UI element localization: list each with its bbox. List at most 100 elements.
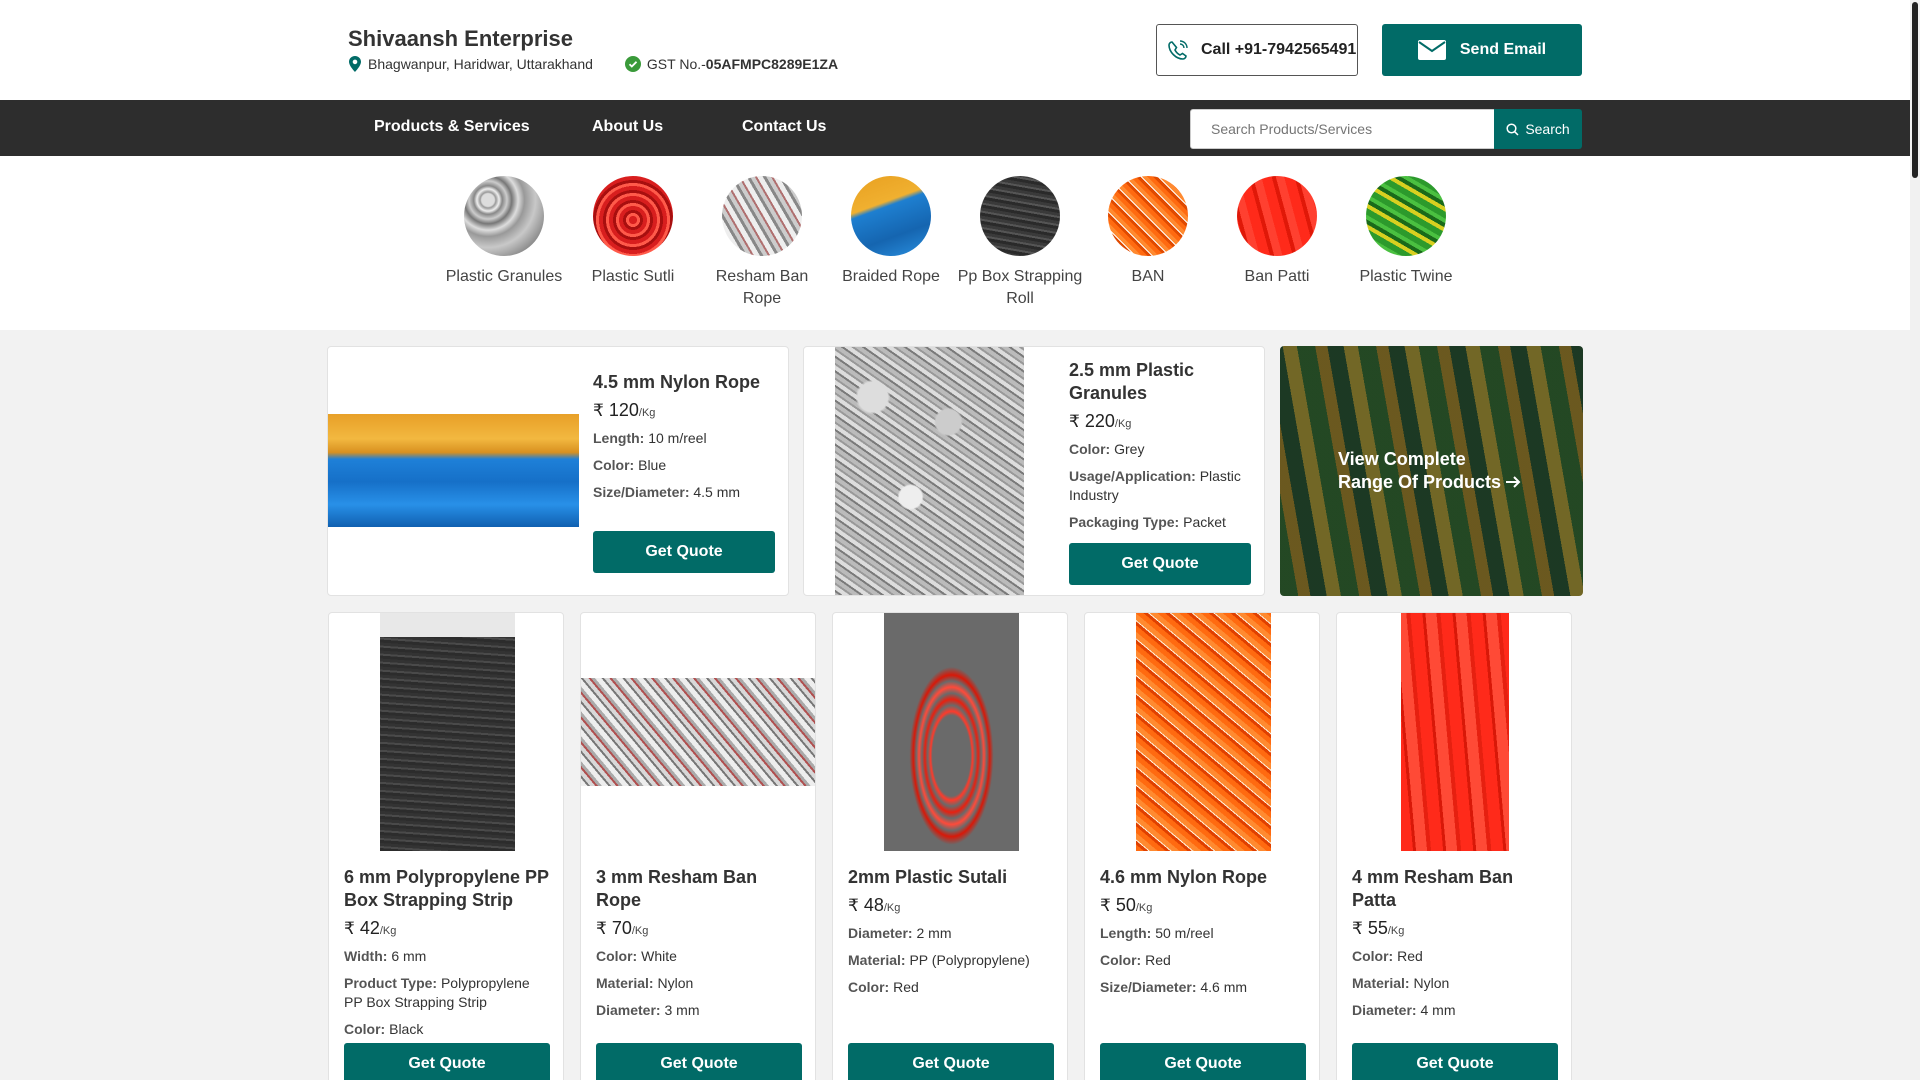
product-spec: Diameter: 3 mm <box>596 1001 802 1020</box>
product-image[interactable] <box>328 414 579 527</box>
product-card[interactable]: 6 mm Polypropylene PP Box Strapping Stri… <box>328 612 564 1080</box>
spec-value: Red <box>1145 952 1171 968</box>
product-spec: Material: Nylon <box>596 974 802 993</box>
product-title[interactable]: 6 mm Polypropylene PP Box Strapping Stri… <box>344 866 550 912</box>
rupee-icon: ₹ <box>1352 919 1363 938</box>
product-title[interactable]: 3 mm Resham Ban Rope <box>596 866 802 912</box>
nav-about-us[interactable]: About Us <box>592 118 663 136</box>
site-header: Shivaansh Enterprise Bhagwanpur, Haridwa… <box>0 0 1910 100</box>
gst-info: GST No.-05AFMPC8289E1ZA <box>647 56 838 72</box>
featured-product-card[interactable]: 4.5 mm Nylon Rope ₹ 120/Kg Length: 10 m/… <box>327 346 789 596</box>
price-value: 48 <box>863 895 884 915</box>
nav-contact-us[interactable]: Contact Us <box>742 118 826 136</box>
main-nav: Products & Services About Us Contact Us … <box>0 100 1910 156</box>
send-email-button[interactable]: Send Email <box>1382 24 1582 76</box>
spec-key: Color: <box>1352 948 1394 964</box>
rupee-icon: ₹ <box>1100 896 1111 915</box>
product-title[interactable]: 2.5 mm Plastic Granules <box>1069 359 1251 405</box>
view-all-line1: View Complete <box>1338 449 1466 469</box>
arrow-right-icon <box>1506 476 1521 488</box>
spec-key: Size/Diameter: <box>1100 979 1197 995</box>
category-plastic-sutli[interactable]: Plastic Sutli <box>568 176 698 288</box>
product-image[interactable] <box>1135 613 1271 851</box>
call-button[interactable]: Call +91-7942565491 <box>1156 24 1358 76</box>
get-quote-button[interactable]: Get Quote <box>344 1043 550 1080</box>
category-resham-ban-rope[interactable]: Resham Ban Rope <box>697 176 827 310</box>
product-price: ₹ 42/Kg <box>344 918 550 939</box>
spec-key: Material: <box>1352 975 1410 991</box>
product-image-wrap <box>581 613 815 851</box>
location-pin-icon <box>349 56 361 72</box>
page-scrollbar[interactable] <box>1910 0 1920 1080</box>
search-input[interactable] <box>1190 109 1496 149</box>
price-value: 120 <box>608 400 639 420</box>
product-spec: Color: Red <box>848 978 1054 997</box>
product-card[interactable]: 4 mm Resham Ban Patta ₹ 55/Kg Color: Red… <box>1336 612 1572 1080</box>
category-image <box>593 176 673 256</box>
product-spec: Diameter: 2 mm <box>848 924 1054 943</box>
spec-key: Usage/Application: <box>1069 468 1196 484</box>
product-price: ₹ 55/Kg <box>1352 918 1558 939</box>
price-unit: /Kg <box>1114 418 1132 430</box>
business-name[interactable]: Shivaansh Enterprise <box>348 26 573 52</box>
product-card[interactable]: 4.6 mm Nylon Rope ₹ 50/Kg Length: 50 m/r… <box>1084 612 1320 1080</box>
category-plastic-twine[interactable]: Plastic Twine <box>1341 176 1471 288</box>
product-image[interactable] <box>379 613 515 851</box>
product-spec: Color: Grey <box>1069 440 1251 459</box>
product-title[interactable]: 2mm Plastic Sutali <box>848 866 1054 889</box>
product-image[interactable] <box>835 347 1024 595</box>
get-quote-button[interactable]: Get Quote <box>593 531 775 573</box>
product-image[interactable] <box>1401 613 1509 851</box>
price-unit: /Kg <box>379 925 397 937</box>
product-price: ₹ 48/Kg <box>848 895 1054 916</box>
spec-key: Color: <box>596 948 638 964</box>
product-info: 4.5 mm Nylon Rope ₹ 120/Kg Length: 10 m/… <box>593 371 775 502</box>
category-ban[interactable]: BAN <box>1083 176 1213 288</box>
product-price: ₹ 50/Kg <box>1100 895 1306 916</box>
category-label: Braided Rope <box>842 268 940 285</box>
product-info: 2mm Plastic Sutali ₹ 48/Kg Diameter: 2 m… <box>848 866 1054 997</box>
view-complete-range-banner[interactable]: View Complete Range Of Products <box>1280 346 1583 596</box>
product-info: 2.5 mm Plastic Granules ₹ 220/Kg Color: … <box>1069 359 1251 532</box>
spec-key: Product Type: <box>344 975 438 991</box>
category-image <box>851 176 931 256</box>
gst-number: 05AFMPC8289E1ZA <box>705 56 839 72</box>
spec-key: Color: <box>344 1021 386 1037</box>
product-info: 3 mm Resham Ban Rope ₹ 70/Kg Color: Whit… <box>596 866 802 1020</box>
product-info: 6 mm Polypropylene PP Box Strapping Stri… <box>344 866 550 1039</box>
spec-value: PP (Polypropylene) <box>909 952 1030 968</box>
view-all-text[interactable]: View Complete Range Of Products <box>1338 448 1522 494</box>
get-quote-button[interactable]: Get Quote <box>1100 1043 1306 1080</box>
get-quote-button[interactable]: Get Quote <box>1069 543 1251 585</box>
category-pp-box-strapping-roll[interactable]: Pp Box Strapping Roll <box>955 176 1085 310</box>
product-title[interactable]: 4 mm Resham Ban Patta <box>1352 866 1558 912</box>
featured-product-card[interactable]: 2.5 mm Plastic Granules ₹ 220/Kg Color: … <box>803 346 1265 596</box>
category-plastic-granules[interactable]: Plastic Granules <box>439 176 569 288</box>
product-title[interactable]: 4.5 mm Nylon Rope <box>593 371 775 394</box>
get-quote-button[interactable]: Get Quote <box>596 1043 802 1080</box>
price-value: 55 <box>1367 918 1388 938</box>
product-image[interactable] <box>581 678 815 786</box>
scrollbar-thumb[interactable] <box>1912 2 1918 178</box>
spec-value: Packet <box>1183 514 1226 530</box>
product-image-wrap <box>329 613 563 851</box>
search-button[interactable]: Search <box>1494 109 1582 149</box>
category-braided-rope[interactable]: Braided Rope <box>826 176 956 288</box>
product-card[interactable]: 3 mm Resham Ban Rope ₹ 70/Kg Color: Whit… <box>580 612 816 1080</box>
product-spec: Length: 50 m/reel <box>1100 924 1306 943</box>
spec-value: Red <box>1397 948 1423 964</box>
spec-value: 6 mm <box>391 948 427 964</box>
product-card[interactable]: 2mm Plastic Sutali ₹ 48/Kg Diameter: 2 m… <box>832 612 1068 1080</box>
category-ban-patti[interactable]: Ban Patti <box>1212 176 1342 288</box>
spec-key: Material: <box>848 952 906 968</box>
spec-key: Length: <box>1100 925 1152 941</box>
get-quote-button[interactable]: Get Quote <box>848 1043 1054 1080</box>
get-quote-button[interactable]: Get Quote <box>1352 1043 1558 1080</box>
price-unit: /Kg <box>883 902 901 914</box>
call-label: Call +91-7942565491 <box>1201 41 1357 58</box>
product-image[interactable] <box>883 613 1019 851</box>
nav-products-services[interactable]: Products & Services <box>374 118 530 136</box>
spec-key: Width: <box>344 948 388 964</box>
product-title[interactable]: 4.6 mm Nylon Rope <box>1100 866 1306 889</box>
product-spec: Size/Diameter: 4.6 mm <box>1100 978 1306 997</box>
